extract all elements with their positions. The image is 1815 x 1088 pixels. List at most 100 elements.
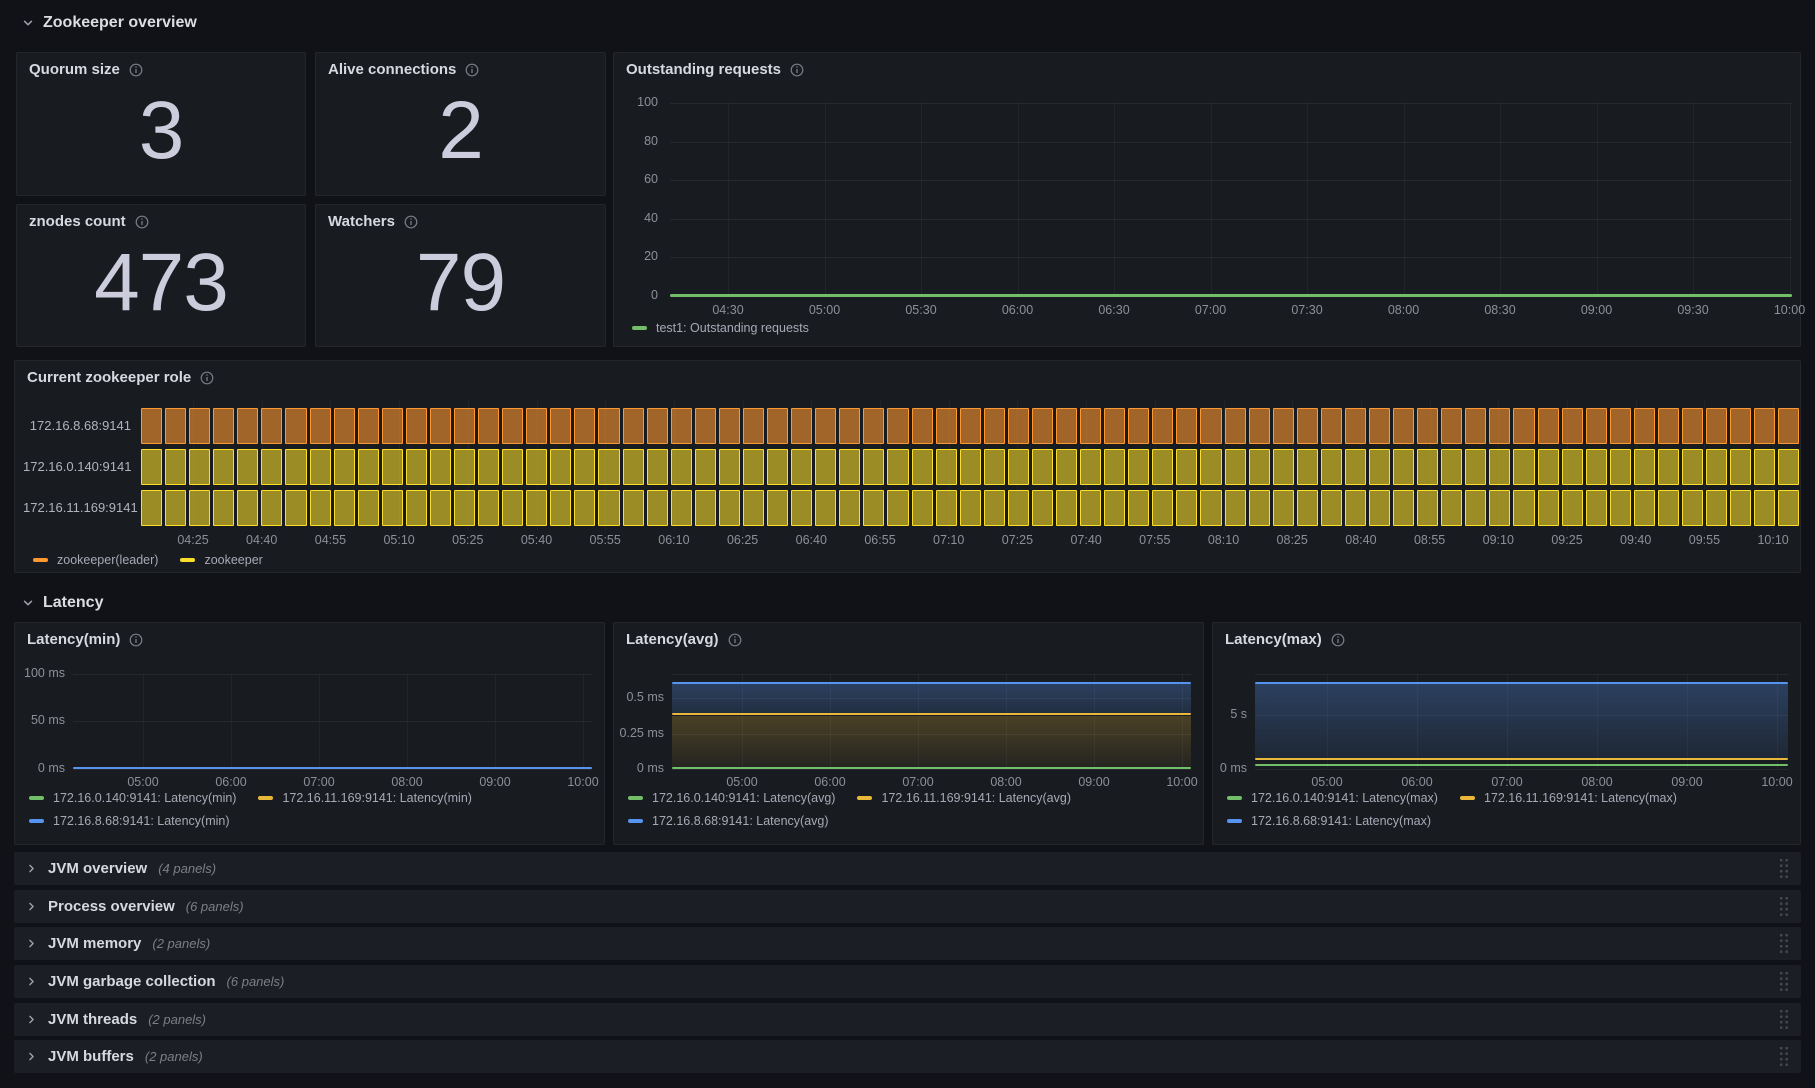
drag-handle-icon[interactable]: [1779, 933, 1789, 954]
timeline-state-bar: [646, 490, 668, 526]
legend-item[interactable]: 172.16.8.68:9141: Latency(max): [1227, 814, 1431, 828]
row-panel-count: (2 panels): [144, 1049, 203, 1064]
timeline-state-bar: [1682, 490, 1704, 526]
timeline-state-bar: [767, 449, 789, 485]
info-icon[interactable]: [790, 63, 804, 77]
timeline-state-bar: [1778, 449, 1800, 485]
timeline-state-bar: [791, 490, 813, 526]
info-icon[interactable]: [1331, 633, 1345, 647]
row-jvm-memory[interactable]: JVM memory (2 panels): [14, 927, 1801, 960]
info-icon[interactable]: [129, 633, 143, 647]
legend-item[interactable]: 172.16.0.140:9141: Latency(min): [29, 791, 236, 805]
timeline-state-bar: [983, 449, 1005, 485]
panel-title[interactable]: Latency(avg): [626, 631, 742, 648]
timeline-state-bar: [1080, 490, 1102, 526]
info-icon[interactable]: [200, 371, 214, 385]
timeline-state-bar: [1537, 408, 1559, 444]
timeline-state-bar: [213, 490, 235, 526]
legend-item[interactable]: 172.16.11.169:9141: Latency(avg): [857, 791, 1071, 805]
row-panel-count: (2 panels): [148, 1012, 207, 1027]
timeline-state-bar: [1344, 449, 1366, 485]
timeline-state-bar: [309, 490, 331, 526]
stat-value: 2: [438, 85, 484, 176]
timeline-state-bar: [1055, 490, 1078, 526]
timeline-state-bar: [1754, 408, 1776, 444]
timeline-state-bar: [1633, 490, 1655, 526]
x-tick: 07:10: [933, 533, 965, 547]
timeline-state-bar: [1176, 490, 1198, 526]
timeline-state-bar: [1441, 408, 1463, 444]
drag-handle-icon[interactable]: [1779, 1009, 1789, 1030]
row-process-overview[interactable]: Process overview (6 panels): [14, 890, 1801, 923]
x-tick: 08:00: [990, 775, 1022, 789]
drag-handle-icon[interactable]: [1779, 896, 1789, 917]
timeline-state-bar: [165, 449, 187, 485]
timeline-state-bar: [1031, 449, 1053, 485]
x-axis: 05:00 06:00 07:00 08:00 09:00 10:00: [73, 775, 598, 791]
row-header-zookeeper-overview[interactable]: Zookeeper overview: [22, 14, 197, 32]
timeline-bars-row[interactable]: [141, 408, 1800, 444]
timeline-state-bar: [1633, 408, 1655, 444]
timeline-state-bar: [1730, 408, 1752, 444]
x-tick: 06:00: [1001, 303, 1034, 317]
legend-item[interactable]: zookeeper(leader): [33, 553, 158, 567]
drag-handle-icon[interactable]: [1779, 1046, 1789, 1067]
timeline-bars-row[interactable]: [141, 449, 1800, 485]
legend-item[interactable]: 172.16.0.140:9141: Latency(max): [1227, 791, 1438, 805]
timeline-state-bar: [1489, 408, 1511, 444]
timeline-state-bar: [983, 408, 1005, 444]
timeline-bars-row[interactable]: [141, 490, 1800, 526]
y-tick: 80: [644, 134, 658, 148]
timeline-state-bar: [718, 449, 740, 485]
timeline-state-bar: [1128, 490, 1150, 526]
legend-item[interactable]: 172.16.11.169:9141: Latency(min): [258, 791, 472, 805]
timeline-state-bar: [333, 449, 355, 485]
row-jvm-garbage-collection[interactable]: JVM garbage collection (6 panels): [14, 965, 1801, 998]
x-tick: 04:55: [314, 533, 347, 547]
timeline-state-bar: [959, 449, 981, 485]
panel-title[interactable]: Current zookeeper role: [27, 369, 214, 386]
legend-item[interactable]: 172.16.0.140:9141: Latency(avg): [628, 791, 835, 805]
timeline-state-bar: [622, 490, 644, 526]
x-tick: 08:00: [1581, 775, 1613, 789]
timeline-state-bar: [405, 449, 427, 485]
row-title: JVM memory: [48, 935, 142, 952]
legend-item[interactable]: zookeeper: [180, 553, 263, 567]
timeline-state-bar: [959, 490, 981, 526]
row-jvm-buffers[interactable]: JVM buffers (2 panels): [14, 1040, 1801, 1073]
x-tick: 08:00: [1387, 303, 1420, 317]
panel-outstanding-requests: Outstanding requests 100 80 60 40 20 0 0…: [613, 52, 1805, 347]
legend-item[interactable]: test1: Outstanding requests: [632, 321, 809, 335]
drag-handle-icon[interactable]: [1779, 858, 1789, 879]
row-jvm-overview[interactable]: JVM overview (4 panels): [14, 852, 1801, 885]
series-line-outstanding: [670, 294, 1792, 297]
timeline-state-bar: [1272, 449, 1294, 485]
info-icon[interactable]: [728, 633, 742, 647]
row-jvm-threads[interactable]: JVM threads (2 panels): [14, 1003, 1801, 1036]
timeline-state-bar: [1224, 490, 1246, 526]
drag-handle-icon[interactable]: [1779, 971, 1789, 992]
stat-value: 473: [94, 236, 229, 328]
panel-title[interactable]: Latency(min): [27, 631, 143, 648]
plot-area[interactable]: [670, 103, 1792, 297]
timeline-state-bar: [333, 490, 355, 526]
timeline-state-bar: [1031, 408, 1053, 444]
timeline-state-bar: [1104, 449, 1126, 485]
timeline-state-bar: [815, 449, 837, 485]
legend-item[interactable]: 172.16.11.169:9141: Latency(max): [1459, 791, 1677, 805]
stat-value: 3: [138, 85, 185, 176]
y-tick: 0 ms: [636, 761, 664, 775]
row-title: JVM threads: [48, 1011, 138, 1028]
plot-area[interactable]: [73, 674, 592, 770]
timeline-state-bar: [1706, 408, 1728, 444]
legend: 172.16.0.140:9141: Latency(max) 172.16.11…: [1227, 791, 1788, 828]
legend-item[interactable]: 172.16.8.68:9141: Latency(min): [29, 814, 230, 828]
stat-value: 79: [415, 236, 506, 328]
section-title: Latency: [43, 594, 104, 611]
panel-title[interactable]: Outstanding requests: [626, 61, 804, 78]
row-header-latency[interactable]: Latency: [22, 594, 103, 612]
timeline-state-bar: [213, 408, 235, 444]
panel-title[interactable]: Latency(max): [1225, 631, 1345, 648]
legend-item[interactable]: 172.16.8.68:9141: Latency(avg): [628, 814, 829, 828]
timeline-state-bar: [285, 449, 307, 485]
